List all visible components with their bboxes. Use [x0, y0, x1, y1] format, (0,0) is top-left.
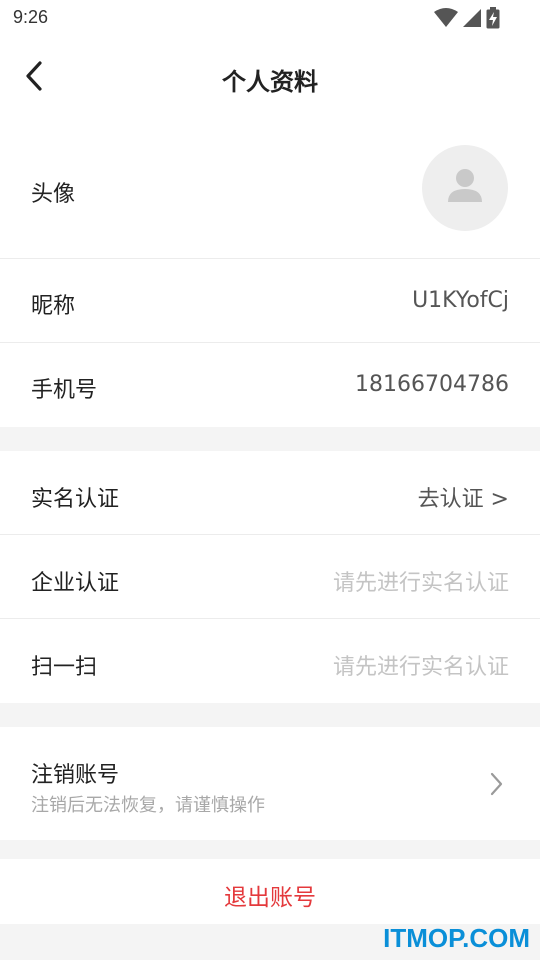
top-app-bar: 个人资料 [0, 36, 540, 122]
realname-verify-link[interactable]: 去认证 > [418, 481, 509, 513]
user-placeholder-icon [445, 166, 485, 210]
enterprise-verify-hint: 请先进行实名认证 [332, 571, 509, 596]
logout-button[interactable]: 退出账号 [0, 859, 540, 924]
phone-label: 手机号 [31, 378, 98, 403]
avatar[interactable] [422, 145, 508, 231]
watermark-logo: ITMOP.COM [383, 923, 530, 953]
battery-charging-icon [486, 7, 500, 29]
chevron-right-icon [486, 770, 506, 798]
status-icons [434, 6, 500, 30]
page-title: 个人资料 [222, 68, 318, 96]
nickname-value: U1KYofCj [412, 288, 509, 313]
enterprise-verify-label: 企业认证 [31, 571, 120, 596]
phone-row[interactable]: 手机号 18166704786 [0, 343, 540, 427]
enterprise-verify-row[interactable]: 企业认证 请先进行实名认证 [0, 535, 540, 618]
status-bar: 9:26 [0, 0, 540, 36]
cancel-account-hint: 注销后无法恢复，请谨慎操作 [31, 795, 265, 816]
scan-row[interactable]: 扫一扫 请先进行实名认证 [0, 619, 540, 703]
nickname-label: 昵称 [31, 294, 76, 319]
status-time: 9:26 [13, 7, 49, 27]
logout-label: 退出账号 [224, 885, 316, 911]
phone-value: 18166704786 [355, 372, 509, 397]
realname-verify-label: 实名认证 [31, 487, 120, 512]
avatar-label: 头像 [31, 182, 76, 207]
avatar-row[interactable]: 头像 [0, 122, 540, 258]
cellular-signal-icon [462, 8, 482, 28]
scan-hint: 请先进行实名认证 [332, 655, 509, 680]
cancel-account-label: 注销账号 [31, 763, 120, 788]
scan-label: 扫一扫 [31, 655, 98, 680]
nickname-row[interactable]: 昵称 U1KYofCj [0, 259, 540, 342]
realname-verify-row[interactable]: 实名认证 去认证 > [0, 451, 540, 534]
wifi-icon [434, 8, 458, 28]
cancel-account-row[interactable]: 注销账号 注销后无法恢复，请谨慎操作 [0, 727, 540, 840]
